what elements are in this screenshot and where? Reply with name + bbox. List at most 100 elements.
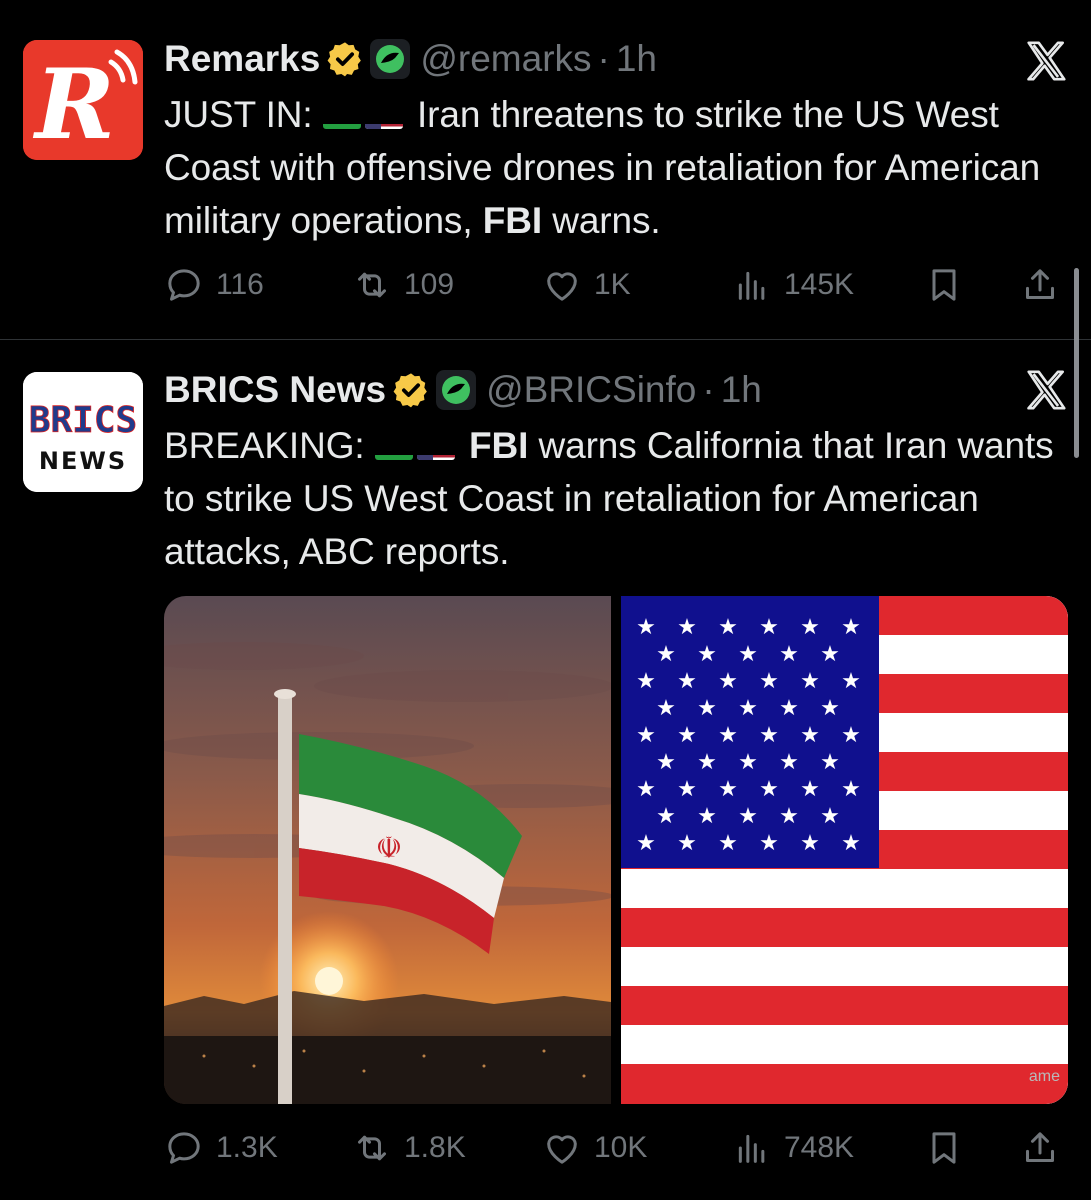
avatar-brics-bottom: NEWS — [39, 447, 127, 475]
views-button[interactable]: 748K — [732, 1128, 854, 1168]
reply-count: 116 — [216, 268, 264, 301]
tweet-remarks[interactable]: R Remarks @remarks · 1h JUST IN: Iran th… — [0, 0, 1091, 340]
flag-star: ★ — [718, 831, 738, 856]
bookmark-icon — [932, 269, 956, 301]
flag-star: ★ — [759, 723, 779, 748]
flag-star: ★ — [636, 777, 656, 802]
flag-star: ★ — [759, 615, 779, 640]
share-button[interactable] — [1020, 265, 1072, 305]
reply-button[interactable]: 116 — [164, 265, 264, 305]
verified-badge-icon — [326, 40, 364, 78]
repost-count: 1.8K — [404, 1131, 466, 1164]
flag-star: ★ — [656, 804, 676, 829]
flag-star: ★ — [800, 669, 820, 694]
action-bar: 116 109 1K 145K — [164, 265, 1064, 305]
bookmark-button[interactable] — [924, 1128, 976, 1168]
separator-dot: · — [702, 369, 715, 410]
flag-star: ★ — [759, 831, 779, 856]
bookmark-icon — [932, 1132, 956, 1164]
reply-button[interactable]: 1.3K — [164, 1128, 278, 1168]
reply-icon — [168, 269, 200, 301]
flag-star: ★ — [677, 669, 697, 694]
flag-star: ★ — [800, 615, 820, 640]
flag-star: ★ — [800, 777, 820, 802]
reply-icon — [168, 1132, 200, 1164]
repost-button[interactable]: 109 — [352, 265, 454, 305]
like-count: 1K — [594, 268, 631, 301]
flag-star: ★ — [779, 750, 799, 775]
flag-star: ★ — [656, 642, 676, 667]
tweet-media[interactable]: ☫ ★ ★ ★ ★ ★ ★ ★ ★ ★ ★ ★ ★ ★ ★ ★ ★ ★ ★ ★ ★ ★ ★ ★ ★ ★ ★ ★ ★ ★ ★ ★ ★ ★ ★ ★ ★ ★ ★… — [164, 596, 1068, 1104]
svg-text:☫: ☫ — [376, 831, 403, 866]
flag-star: ★ — [636, 615, 656, 640]
flag-star: ★ — [718, 615, 738, 640]
tweet-divider — [0, 339, 1091, 340]
views-count: 145K — [784, 268, 855, 301]
timestamp[interactable]: 1h — [616, 38, 657, 80]
bookmark-button[interactable] — [924, 265, 976, 305]
avatar-remarks[interactable]: R — [23, 40, 143, 160]
text-end: warns. — [552, 200, 661, 241]
us-flag-image: ★ ★ ★ ★ ★ ★ ★ ★ ★ ★ ★ ★ ★ ★ ★ ★ ★ ★ ★ ★ ★ ★ ★ ★ ★ ★ ★ ★ ★ ★ ★ ★ ★ ★ ★ ★ ★ ★ ★ ★… — [621, 596, 1068, 1104]
views-count: 748K — [784, 1131, 855, 1164]
avatar-brics[interactable]: BRICS NEWS — [23, 372, 143, 492]
flag-star: ★ — [697, 804, 717, 829]
media-watermark: ame — [1028, 1068, 1060, 1085]
flag-star: ★ — [820, 642, 840, 667]
flag-star: ★ — [779, 696, 799, 721]
flag-star: ★ — [820, 750, 840, 775]
repost-button[interactable]: 1.8K — [352, 1128, 466, 1168]
tweet-brics[interactable]: BRICS NEWS BRICS News @BRICSinfo · 1h BR… — [0, 341, 1091, 1200]
display-name[interactable]: BRICS News — [164, 369, 386, 411]
views-icon — [738, 271, 765, 300]
flag-star: ★ — [677, 723, 697, 748]
flag-star: ★ — [820, 696, 840, 721]
share-button[interactable] — [1020, 1128, 1072, 1168]
flag-star: ★ — [718, 777, 738, 802]
repost-icon — [358, 272, 386, 298]
flag-star: ★ — [738, 696, 758, 721]
like-button[interactable]: 10K — [542, 1128, 647, 1168]
display-name[interactable]: Remarks — [164, 38, 320, 80]
affiliate-badge-icon — [436, 370, 477, 410]
x-logo-icon[interactable] — [1023, 367, 1069, 413]
tweet-text: BREAKING: FBI warns California that Iran… — [164, 419, 1071, 578]
share-icon — [1026, 1132, 1054, 1162]
x-logo-icon[interactable] — [1023, 38, 1069, 84]
reply-count: 1.3K — [216, 1131, 278, 1164]
flag-star: ★ — [779, 804, 799, 829]
handle[interactable]: @remarks — [420, 38, 591, 80]
repost-count: 109 — [404, 268, 455, 301]
tweet-text: JUST IN: Iran threatens to strike the US… — [164, 88, 1071, 247]
repost-icon — [358, 1135, 386, 1161]
iran-flag-icon — [322, 107, 361, 129]
affiliate-badge-icon — [370, 39, 411, 79]
flag-star: ★ — [636, 669, 656, 694]
flag-star: ★ — [636, 723, 656, 748]
handle[interactable]: @BRICSinfo — [486, 369, 696, 411]
like-button[interactable]: 1K — [542, 265, 631, 305]
flag-star: ★ — [677, 831, 697, 856]
text-prefix: JUST IN: — [164, 94, 313, 135]
flag-star: ★ — [841, 777, 861, 802]
tweet-header: BRICS News @BRICSinfo · 1h — [164, 365, 1071, 415]
verified-badge-icon — [392, 371, 430, 409]
flag-star: ★ — [718, 723, 738, 748]
text-prefix: BREAKING: — [164, 425, 365, 466]
tweet-header: Remarks @remarks · 1h — [164, 34, 1071, 84]
flag-star: ★ — [738, 750, 758, 775]
us-flag-icon — [416, 438, 455, 460]
timestamp[interactable]: 1h — [721, 369, 762, 411]
us-flag-icon — [364, 107, 403, 129]
scrollbar[interactable] — [1074, 268, 1079, 458]
flag-star: ★ — [636, 831, 656, 856]
like-icon — [547, 1135, 577, 1164]
flag-star: ★ — [656, 750, 676, 775]
flag-star: ★ — [841, 831, 861, 856]
flag-star: ★ — [697, 642, 717, 667]
flag-star: ★ — [800, 831, 820, 856]
flag-star: ★ — [779, 642, 799, 667]
separator-dot: · — [597, 38, 610, 79]
text-bold: FBI — [468, 425, 529, 466]
views-button[interactable]: 145K — [732, 265, 854, 305]
